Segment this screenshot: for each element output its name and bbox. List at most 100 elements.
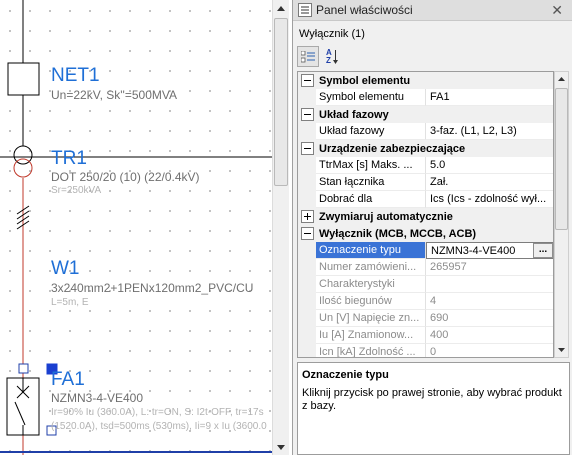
category-row[interactable]: Symbol elementu	[298, 72, 553, 89]
property-value-text: 690	[430, 312, 449, 324]
cable-name[interactable]: W1	[51, 259, 80, 278]
categorized-view-button[interactable]	[297, 46, 319, 67]
net-name[interactable]: NET1	[51, 66, 100, 85]
property-name[interactable]: Iu [A] Znamionow...	[316, 327, 426, 344]
scroll-up-button[interactable]	[273, 0, 289, 16]
property-name[interactable]: Numer zamówieni...	[316, 259, 426, 276]
row-margin	[298, 293, 316, 310]
property-value	[426, 276, 553, 293]
property-row[interactable]: Un [V] Napięcie zn... 690	[298, 310, 553, 327]
property-name[interactable]: Dobrać dla	[316, 191, 426, 208]
property-value-text: 4	[430, 295, 437, 307]
row-margin	[298, 174, 316, 191]
property-value: 690	[426, 310, 553, 327]
drawing-canvas[interactable]: NET1 Un=22kV, Sk''=500MVA TR1 DOT 250/20…	[0, 0, 272, 455]
collapse-icon[interactable]	[301, 108, 314, 121]
property-name[interactable]: Ilość biegunów	[316, 293, 426, 310]
description-title: Oznaczenie typu	[302, 369, 389, 381]
collapse-icon[interactable]	[301, 142, 314, 155]
category-label: Symbol elementu	[319, 74, 411, 87]
properties-icon	[298, 3, 312, 17]
property-row[interactable]: Icn [kA] Zdolność ... 0	[298, 344, 553, 358]
category-row[interactable]: Układ fazowy	[298, 106, 553, 123]
properties-panel: Panel właściwości ✕ Wyłącznik (1) AZ Sym…	[292, 0, 572, 455]
grid-scroll-thumb[interactable]	[555, 88, 568, 230]
description-text: Kliknij przycisk po prawej stronie, aby …	[302, 387, 562, 412]
category-row[interactable]: Urządzenie zabezpieczające	[298, 140, 553, 157]
property-name[interactable]: Układ fazowy	[316, 123, 426, 140]
property-name[interactable]: Charakterystyki	[316, 276, 426, 293]
category-label: Urządzenie zabezpieczające	[319, 142, 466, 155]
row-margin	[298, 310, 316, 327]
property-value-text: 3-faz. (L1, L2, L3)	[430, 125, 517, 137]
property-name[interactable]: Un [V] Napięcie zn...	[316, 310, 426, 327]
net-params: Un=22kV, Sk''=500MVA	[51, 88, 177, 102]
row-margin	[298, 259, 316, 276]
property-value[interactable]: NZMN3-4-VE400...	[426, 242, 553, 259]
property-name[interactable]: Stan łącznika	[316, 174, 426, 191]
property-value-text: 5.0	[430, 159, 446, 171]
property-value: 0	[426, 344, 553, 358]
property-value-text: Zał.	[430, 176, 449, 188]
arrow-down-icon	[558, 348, 565, 352]
categorized-icon	[301, 50, 315, 62]
grid-scroll-up-button[interactable]	[555, 72, 568, 86]
property-value-text: 0	[430, 346, 437, 358]
breaker-settings-1: Ir=90% Iu (360.0A), L: tr=ON, S: I2t-OFF…	[51, 407, 264, 418]
property-name[interactable]: TtrMax [s] Maks. ...	[316, 157, 426, 174]
expand-icon[interactable]	[301, 210, 314, 223]
category-label: Układ fazowy	[319, 108, 389, 121]
property-row[interactable]: Ilość biegunów 4	[298, 293, 553, 310]
collapse-icon[interactable]	[301, 227, 314, 240]
property-row[interactable]: Stan łącznika Zał.	[298, 174, 553, 191]
arrow-down-icon	[277, 444, 285, 450]
category-row[interactable]: Zwymiaruj automatycznie	[298, 208, 553, 225]
transformer-params: DOT 250/20 (10) (22/0.4kV)	[51, 170, 200, 184]
property-row[interactable]: Układ fazowy 3-faz. (L1, L2, L3)	[298, 123, 553, 140]
selection-label: Wyłącznik (1)	[299, 28, 365, 40]
property-row[interactable]: Iu [A] Znamionow... 400	[298, 327, 553, 344]
property-value-text: NZMN3-4-VE400	[431, 245, 516, 257]
category-row[interactable]: Wyłącznik (MCB, MCCB, ACB)	[298, 225, 553, 242]
property-row[interactable]: Charakterystyki	[298, 276, 553, 293]
property-value[interactable]: Ics (Ics - zdolność wył...	[426, 191, 553, 208]
property-name[interactable]: Oznaczenie typu	[316, 242, 426, 259]
browse-button[interactable]: ...	[533, 243, 553, 258]
property-value[interactable]: FA1	[426, 89, 553, 106]
property-value-text: 265957	[430, 261, 467, 273]
property-value[interactable]: 5.0	[426, 157, 553, 174]
property-grid-scrollbar[interactable]	[554, 71, 569, 358]
cable-length: L=5m, E	[51, 297, 89, 308]
property-row[interactable]: Symbol elementu FA1	[298, 89, 553, 106]
collapse-icon[interactable]	[301, 74, 314, 87]
sort-alphabetical-button[interactable]: AZ	[321, 46, 343, 67]
property-value-text: Ics (Ics - zdolność wył...	[430, 193, 547, 205]
sort-az-icon: AZ	[326, 48, 338, 65]
panel-title: Panel właściwości	[316, 3, 413, 17]
property-name[interactable]: Symbol elementu	[316, 89, 426, 106]
transformer-name[interactable]: TR1	[51, 149, 87, 168]
property-value[interactable]: 3-faz. (L1, L2, L3)	[426, 123, 553, 140]
property-row[interactable]: TtrMax [s] Maks. ... 5.0	[298, 157, 553, 174]
scroll-down-button[interactable]	[273, 439, 289, 455]
properties-toolbar: AZ	[297, 46, 343, 68]
row-margin	[298, 123, 316, 140]
row-margin	[298, 327, 316, 344]
property-row[interactable]: Numer zamówieni... 265957	[298, 259, 553, 276]
grid-scroll-down-button[interactable]	[555, 343, 568, 357]
close-icon[interactable]: ✕	[551, 2, 563, 19]
property-row[interactable]: Oznaczenie typu NZMN3-4-VE400...	[298, 242, 553, 259]
cable-params: 3x240mm2+1PENx120mm2_PVC/CU	[51, 281, 254, 295]
property-value[interactable]: Zał.	[426, 174, 553, 191]
breaker-name[interactable]: FA1	[51, 370, 85, 389]
property-row[interactable]: Dobrać dla Ics (Ics - zdolność wył...	[298, 191, 553, 208]
property-value-text: 400	[430, 329, 449, 341]
row-margin	[298, 276, 316, 293]
property-name[interactable]: Icn [kA] Zdolność ...	[316, 344, 426, 357]
canvas-vertical-scrollbar[interactable]	[272, 0, 289, 455]
property-grid: Symbol elementu Symbol elementu FA1 Układ f…	[297, 71, 554, 358]
breaker-settings-2: (1520.0A), tsd=500ms (530ms), Ii=9 x Iu …	[51, 421, 267, 432]
panel-title-bar[interactable]: Panel właściwości ✕	[293, 0, 572, 21]
breaker-type: NZMN3-4-VE400	[51, 391, 144, 405]
scroll-thumb[interactable]	[274, 18, 288, 186]
